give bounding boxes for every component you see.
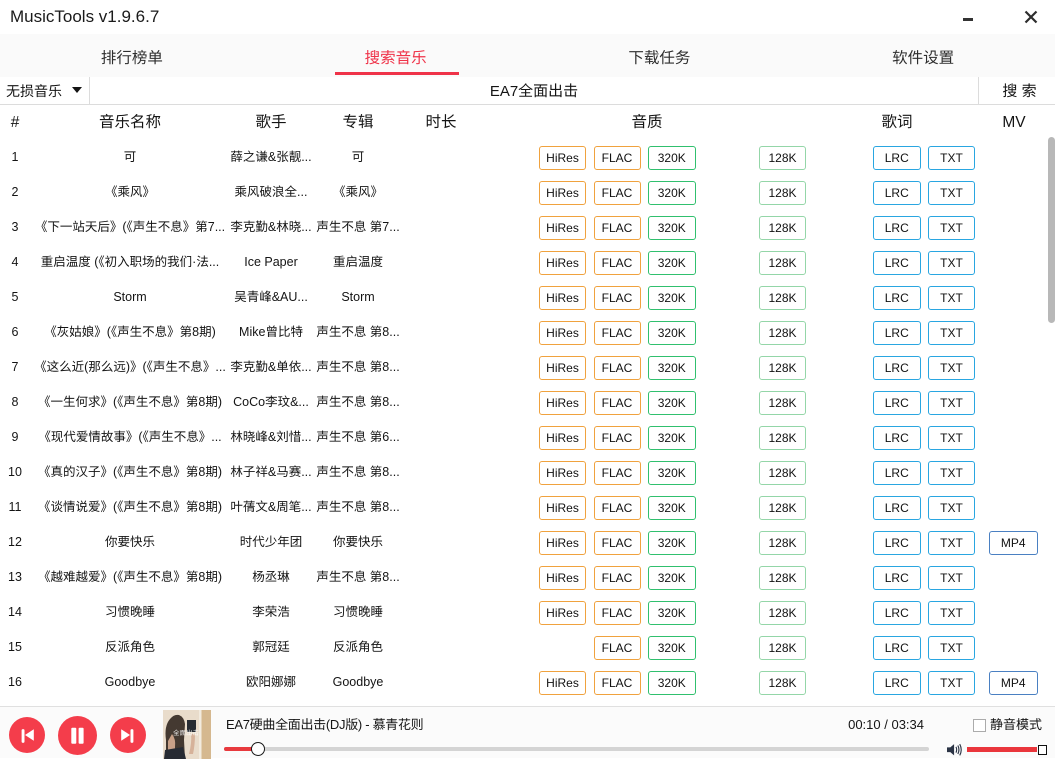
svg-text:全面出击: 全面出击 bbox=[173, 727, 200, 737]
